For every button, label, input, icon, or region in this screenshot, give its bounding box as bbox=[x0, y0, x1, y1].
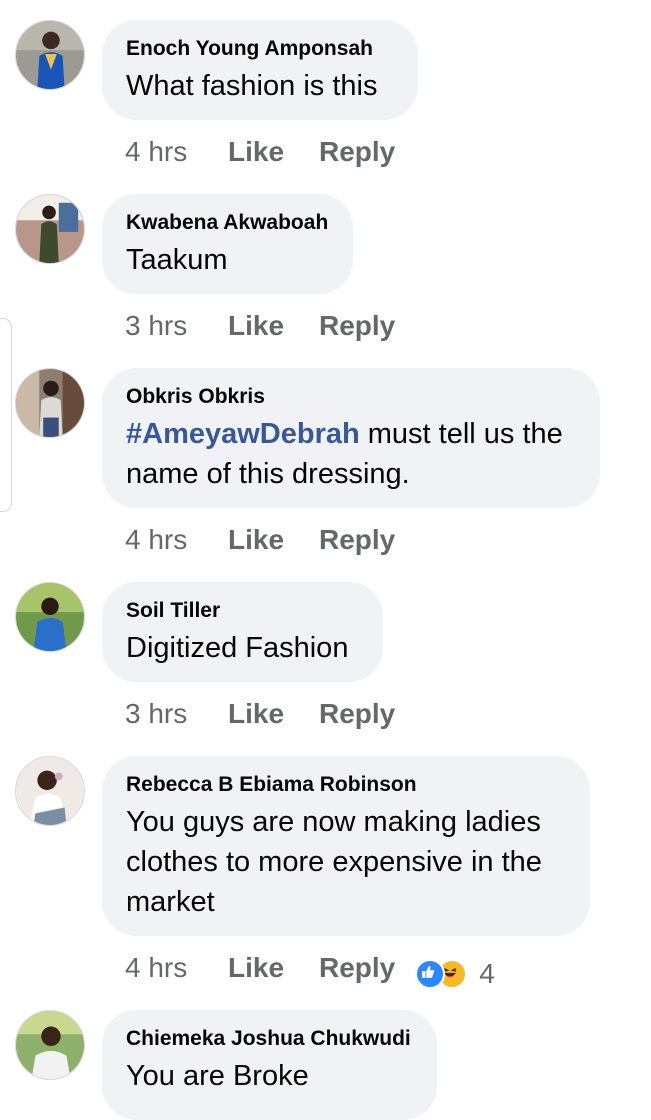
avatar[interactable] bbox=[15, 756, 85, 826]
comment-bubble: Rebecca B Ebiama Robinson You guys are n… bbox=[102, 756, 590, 936]
like-button[interactable]: Like bbox=[228, 135, 319, 169]
comment-author[interactable]: Kwabena Akwaboah bbox=[126, 210, 329, 236]
comment-author[interactable]: Rebecca B Ebiama Robinson bbox=[126, 772, 566, 798]
avatar[interactable] bbox=[15, 368, 85, 438]
like-button[interactable]: Like bbox=[228, 309, 319, 343]
comment-timestamp[interactable]: 4 hrs bbox=[125, 951, 228, 985]
reply-button[interactable]: Reply bbox=[319, 309, 395, 343]
comment-timestamp[interactable]: 3 hrs bbox=[125, 309, 228, 343]
comment-text: Digitized Fashion bbox=[126, 632, 349, 664]
reply-button[interactable]: Reply bbox=[319, 697, 395, 731]
avatar[interactable] bbox=[15, 194, 85, 264]
comment-bubble: Soil Tiller Digitized Fashion bbox=[102, 582, 383, 682]
comment-timestamp[interactable]: 4 hrs bbox=[125, 135, 228, 169]
avatar[interactable] bbox=[15, 1010, 85, 1080]
comment-bubble: Kwabena Akwaboah Taakum bbox=[102, 194, 353, 294]
comment-actions: 4 hrs Like Reply bbox=[125, 135, 395, 169]
avatar[interactable] bbox=[15, 20, 85, 90]
comment-text: #AmeyawDebrah must tell us the name of t… bbox=[126, 414, 576, 494]
reply-button[interactable]: Reply bbox=[319, 523, 395, 557]
reaction-count: 4 bbox=[479, 957, 495, 989]
comment-actions: 3 hrs Like Reply bbox=[125, 309, 395, 343]
comment-author[interactable]: Chiemeka Joshua Chukwudi bbox=[126, 1026, 413, 1052]
comment-timestamp[interactable]: 4 hrs bbox=[125, 523, 228, 557]
reply-button[interactable]: Reply bbox=[319, 951, 395, 985]
reply-button[interactable]: Reply bbox=[319, 135, 395, 169]
reaction-summary[interactable]: 4 bbox=[415, 955, 495, 991]
comment-actions: 3 hrs Like Reply bbox=[125, 697, 395, 731]
like-button[interactable]: Like bbox=[228, 951, 319, 985]
like-reaction-icon bbox=[415, 958, 446, 989]
comment-actions: 4 hrs Like Reply 4 bbox=[125, 951, 495, 991]
comment-bubble: Obkris Obkris #AmeyawDebrah must tell us… bbox=[102, 368, 600, 508]
comment-author[interactable]: Soil Tiller bbox=[126, 598, 359, 624]
comment-actions: 4 hrs Like Reply bbox=[125, 523, 395, 557]
comment-text: Taakum bbox=[126, 244, 228, 276]
comment-timestamp[interactable]: 3 hrs bbox=[125, 697, 228, 731]
like-button[interactable]: Like bbox=[228, 697, 319, 731]
like-button[interactable]: Like bbox=[228, 523, 319, 557]
comment-text: You guys are now making ladies clothes t… bbox=[126, 806, 542, 918]
comment-bubble: Chiemeka Joshua Chukwudi You are Broke bbox=[102, 1010, 437, 1120]
hashtag-link[interactable]: #AmeyawDebrah bbox=[126, 418, 360, 450]
comment-bubble: Enoch Young Amponsah What fashion is thi… bbox=[102, 20, 418, 120]
comment-author[interactable]: Obkris Obkris bbox=[126, 384, 576, 410]
side-panel-handle[interactable] bbox=[0, 318, 12, 512]
comment-text: What fashion is this bbox=[126, 70, 378, 102]
comment-author[interactable]: Enoch Young Amponsah bbox=[126, 36, 394, 62]
comment-text: You are Broke bbox=[126, 1060, 309, 1092]
avatar[interactable] bbox=[15, 582, 85, 652]
